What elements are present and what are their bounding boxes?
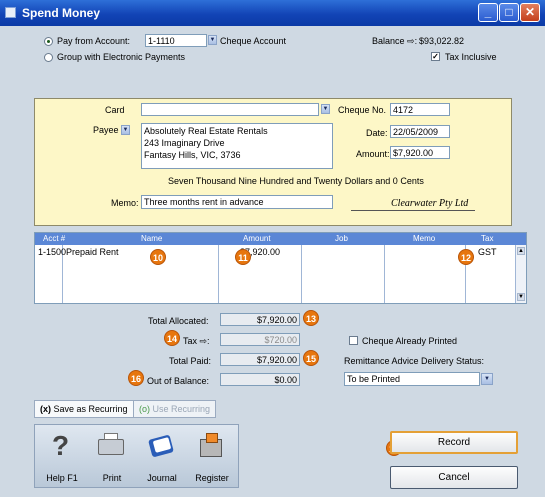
account-number-field[interactable]: 1-1110 bbox=[145, 34, 207, 47]
register-icon bbox=[200, 433, 224, 459]
journal-icon bbox=[148, 433, 176, 459]
scroll-down-arrow-icon[interactable]: ▼ bbox=[517, 293, 525, 301]
print-label: Print bbox=[102, 473, 122, 483]
card-field[interactable] bbox=[141, 103, 319, 116]
pay-from-account-label: Pay from Account: bbox=[57, 36, 131, 46]
cheque-already-printed-label: Cheque Already Printed bbox=[362, 336, 458, 346]
out-of-balance-field: $0.00 bbox=[220, 373, 300, 386]
cheque-already-printed-checkbox[interactable] bbox=[349, 336, 358, 345]
company-signature: Clearwater Pty Ltd bbox=[391, 198, 469, 209]
amount-in-words: Seven Thousand Nine Hundred and Twenty D… bbox=[168, 176, 424, 186]
payee-label: Payee bbox=[93, 125, 119, 135]
use-recurring-label: Use Recurring bbox=[152, 404, 211, 414]
cheque-no-field[interactable]: 4172 bbox=[390, 103, 450, 116]
date-field[interactable]: 22/05/2009 bbox=[390, 125, 450, 138]
window-title: Spend Money bbox=[22, 6, 101, 20]
amount-label: Amount: bbox=[356, 149, 390, 159]
payee-dropdown-button[interactable]: ▼ bbox=[121, 125, 130, 135]
close-button[interactable]: ✕ bbox=[520, 3, 540, 22]
payee-address-field[interactable]: Absolutely Real Estate Rentals 243 Imagi… bbox=[141, 123, 333, 169]
grid-scrollbar[interactable]: ▲ ▼ bbox=[515, 245, 526, 303]
journal-button[interactable]: Journal bbox=[138, 429, 186, 485]
callout-badge: 10 bbox=[150, 249, 166, 265]
total-paid-label: Total Paid: bbox=[169, 356, 212, 366]
account-lookup-button[interactable]: ▼ bbox=[208, 35, 217, 45]
payee-line: Absolutely Real Estate Rentals bbox=[144, 126, 268, 136]
register-button[interactable]: Register bbox=[188, 429, 236, 485]
title-bar[interactable]: Spend Money _ □ ✕ bbox=[0, 0, 545, 26]
amount-field[interactable]: $7,920.00 bbox=[390, 146, 450, 159]
spend-money-window: Spend Money _ □ ✕ Pay from Account: 1-11… bbox=[0, 0, 545, 497]
table-row[interactable]: 1-1500 Prepaid Rent $7,920.00 GST bbox=[35, 246, 514, 258]
help-button[interactable]: ? Help F1 bbox=[38, 429, 86, 485]
col-header-memo: Memo bbox=[413, 234, 436, 243]
help-label: Help F1 bbox=[46, 473, 78, 483]
save-as-recurring-label: Save as Recurring bbox=[53, 404, 128, 414]
use-recurring-button[interactable]: (o) Use Recurring bbox=[133, 400, 217, 418]
grid-header: Acct # Name Amount Job Memo Tax bbox=[35, 233, 526, 245]
payee-line: Fantasy Hills, VIC, 3736 bbox=[144, 150, 241, 160]
col-header-tax: Tax bbox=[481, 234, 494, 243]
col-header-name: Name bbox=[141, 234, 163, 243]
callout-badge: 12 bbox=[458, 249, 474, 265]
col-header-job: Job bbox=[335, 234, 348, 243]
row-name[interactable]: Prepaid Rent bbox=[66, 247, 119, 257]
help-icon: ? bbox=[52, 430, 70, 461]
cheque-no-label: Cheque No. bbox=[338, 105, 387, 115]
balance-label: Balance ⇨: bbox=[372, 36, 418, 46]
cheque-panel: Card ▼ Cheque No. 4172 Payee ▼ Absolutel… bbox=[34, 98, 512, 226]
payee-line: 243 Imaginary Drive bbox=[144, 138, 225, 148]
balance-value: $93,022.82 bbox=[419, 36, 465, 46]
allocation-grid: Acct # Name Amount Job Memo Tax ▲ ▼ 1-15… bbox=[34, 232, 527, 304]
card-lookup-button[interactable]: ▼ bbox=[321, 104, 330, 114]
tax-label[interactable]: Tax ⇨: bbox=[183, 336, 210, 347]
scroll-up-arrow-icon[interactable]: ▲ bbox=[517, 247, 525, 255]
group-electronic-payments-label: Group with Electronic Payments bbox=[57, 52, 186, 62]
callout-badge: 11 bbox=[235, 249, 251, 265]
record-button[interactable]: Record bbox=[390, 431, 518, 454]
row-acct[interactable]: 1-1500 bbox=[38, 247, 66, 257]
total-paid-field: $7,920.00 bbox=[220, 353, 300, 366]
out-of-balance-label: Out of Balance: bbox=[147, 376, 210, 386]
signature-line bbox=[351, 210, 475, 211]
app-icon bbox=[5, 7, 16, 18]
bottom-toolbar: ? Help F1 Print Journal Register bbox=[34, 424, 239, 488]
maximize-button[interactable]: □ bbox=[499, 3, 519, 22]
cancel-button[interactable]: Cancel bbox=[390, 466, 518, 489]
total-allocated-field: $7,920.00 bbox=[220, 313, 300, 326]
memo-field[interactable]: Three months rent in advance bbox=[141, 195, 333, 209]
date-label: Date: bbox=[366, 128, 388, 138]
total-allocated-label: Total Allocated: bbox=[148, 316, 209, 326]
col-header-amount: Amount bbox=[243, 234, 271, 243]
callout-badge: 16 bbox=[128, 370, 144, 386]
use-recurring-icon: (o) bbox=[139, 404, 150, 414]
print-button[interactable]: Print bbox=[88, 429, 136, 485]
tax-inclusive-checkbox[interactable]: ✓ bbox=[431, 52, 440, 61]
printer-icon bbox=[98, 433, 124, 455]
save-as-recurring-button[interactable]: (x) Save as Recurring bbox=[34, 400, 134, 418]
col-header-acct: Acct # bbox=[43, 234, 66, 243]
save-recurring-icon: (x) bbox=[40, 404, 51, 414]
callout-badge: 15 bbox=[303, 350, 319, 366]
account-name: Cheque Account bbox=[220, 36, 287, 46]
memo-label: Memo: bbox=[111, 198, 139, 208]
pay-from-account-radio[interactable] bbox=[44, 37, 53, 46]
remittance-status-select[interactable]: To be Printed bbox=[344, 372, 480, 386]
card-label: Card bbox=[105, 105, 125, 115]
journal-label: Journal bbox=[147, 473, 177, 483]
callout-badge: 13 bbox=[303, 310, 319, 326]
tax-field: $720.00 bbox=[220, 333, 300, 346]
minimize-button[interactable]: _ bbox=[478, 3, 498, 22]
register-label: Register bbox=[195, 473, 229, 483]
callout-badge: 14 bbox=[164, 330, 180, 346]
group-electronic-payments-radio[interactable] bbox=[44, 53, 53, 62]
remittance-status-label: Remittance Advice Delivery Status: bbox=[344, 356, 485, 366]
row-tax[interactable]: GST bbox=[478, 247, 497, 257]
remittance-dropdown-button[interactable]: ▼ bbox=[481, 373, 493, 385]
tax-inclusive-label: Tax Inclusive bbox=[445, 52, 497, 62]
